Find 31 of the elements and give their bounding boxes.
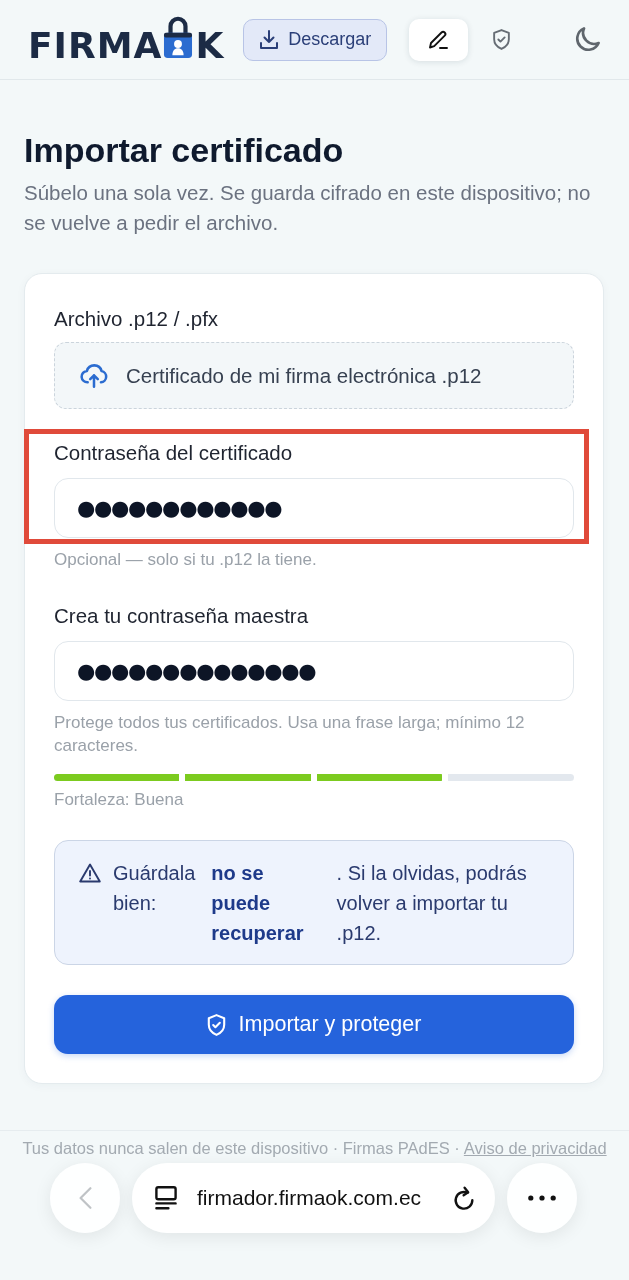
cloud-upload-icon bbox=[80, 363, 108, 388]
reload-icon[interactable] bbox=[453, 1185, 475, 1211]
strength-label: Fortaleza: Buena bbox=[54, 790, 185, 810]
field-label: Archivo .p12 / .pfx bbox=[54, 307, 220, 331]
warning-text: Guárdala bien: no se puede recuperar. Si la olvidas, podrás volver a importar tu .p12. bbox=[113, 861, 528, 946]
page-title: Importar certificado bbox=[24, 130, 345, 171]
download-icon bbox=[260, 30, 279, 49]
download-button[interactable]: Descargar bbox=[243, 18, 388, 61]
logo-text: FIRMA bbox=[28, 26, 163, 66]
import-button[interactable]: Importar y proteger bbox=[54, 995, 574, 1054]
padlock-icon bbox=[162, 15, 195, 58]
field-label: Contraseña del certificado bbox=[54, 441, 294, 465]
pen-icon bbox=[428, 29, 450, 50]
footer-text: Tus datos nunca salen de este dispositivo · Firmas PAdES · bbox=[22, 1139, 460, 1157]
moon-icon[interactable] bbox=[575, 27, 600, 52]
field-hint: Protege todos tus certificados. Usa una frase larga; mínimo 12 caracteres. bbox=[54, 712, 526, 757]
field-hint: Opcional — solo si tu .p12 la tiene. bbox=[54, 549, 318, 571]
field-label: Crea tu contraseña maestra bbox=[54, 604, 310, 628]
password-field[interactable]: ●●●●●●●●●●●●●● bbox=[54, 641, 574, 701]
tabs-icon[interactable] bbox=[155, 1186, 177, 1210]
chevron-left-icon bbox=[78, 1187, 92, 1209]
shield-check-icon bbox=[491, 29, 513, 50]
password-field[interactable]: ●●●●●●●●●●●● bbox=[54, 478, 574, 538]
file-dropzone[interactable]: Certificado de mi firma electrónica .p12 bbox=[54, 342, 574, 409]
warning-icon bbox=[79, 863, 101, 883]
mode-tab[interactable] bbox=[409, 18, 469, 61]
address-bar[interactable]: firmador.firmaok.com.ec bbox=[132, 1163, 495, 1233]
logo-text: K bbox=[195, 26, 225, 66]
shield-check-icon bbox=[206, 1013, 226, 1036]
more-icon bbox=[528, 1195, 556, 1201]
page-subtitle: Súbelo una sola vez. Se guarda cifrado en este dispositivo; no se vuelve a pedir el archivo. bbox=[24, 180, 592, 236]
